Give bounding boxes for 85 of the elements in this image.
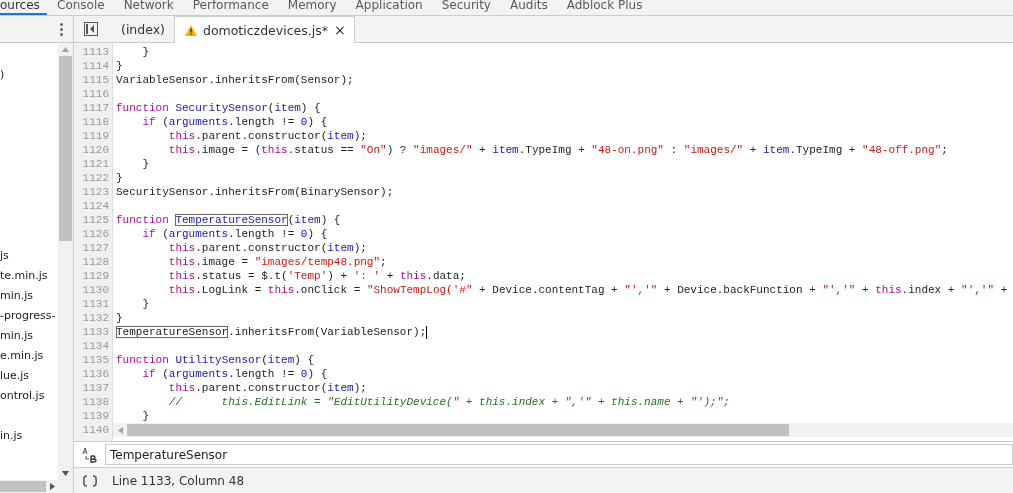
line-number: 1123 [81, 185, 110, 199]
line-number: 1130 [81, 283, 110, 297]
code-line: } [141, 45, 150, 59]
line-number: 1119 [81, 129, 110, 143]
code-line: VariableSensor.inheritsFrom(Sensor); [116, 73, 355, 87]
code-line: } [141, 409, 150, 423]
code-line: } [141, 157, 150, 171]
code-line: function TemperatureSensor(item) { [116, 213, 342, 227]
line-number: 1131 [81, 297, 110, 311]
replace-icon[interactable] [82, 446, 98, 463]
line-number: 1140 [81, 423, 110, 437]
line-number: 1137 [81, 381, 110, 395]
line-number: 1124 [81, 199, 110, 213]
file-tree-item[interactable]: in.js [0, 426, 58, 446]
line-number: 1128 [81, 255, 110, 269]
code-line: this.image = "images/temp48.png"; [167, 255, 388, 269]
line-number: 1116 [81, 87, 110, 101]
code-line: if (arguments.length != 0) { [141, 115, 329, 129]
panel-tab[interactable]: Security [431, 0, 500, 15]
line-number: 1134 [81, 339, 110, 353]
code-line: function SecuritySensor(item) { [116, 101, 322, 115]
line-number: 1117 [81, 101, 110, 115]
file-tree-item[interactable]: ontrol.js [0, 386, 58, 406]
file-tree-item[interactable]: e.min.js [0, 346, 58, 366]
line-number: 1113 [81, 45, 110, 59]
panel-tab[interactable]: Application [345, 0, 432, 15]
code-line: } [116, 171, 124, 185]
panel-tab[interactable]: Memory [277, 0, 346, 15]
code-line: this.image = (this.status == "On") ? "images/" + item.TypeImg + "48-on.png" : "images/" + item.TypeImg + "48-off.png"; [167, 143, 949, 157]
line-number: 1121 [81, 157, 110, 171]
file-tree-item[interactable]: js [0, 246, 58, 266]
line-number: 1135 [81, 353, 110, 367]
line-number: 1118 [81, 115, 110, 129]
file-tree-item[interactable]: ) [0, 65, 58, 85]
line-number: 1138 [81, 395, 110, 409]
horizontal-scrollbar[interactable] [113, 423, 1013, 437]
panel-tab[interactable]: Console [47, 0, 114, 15]
editor-tab[interactable]: domoticzdevices.js* × [173, 16, 355, 43]
editor-tab[interactable]: (index) [110, 16, 174, 42]
line-number: 1127 [81, 241, 110, 255]
line-number: 1114 [81, 59, 110, 73]
panel-tab[interactable]: Audits [499, 0, 557, 15]
code-line: if (arguments.length != 0) { [141, 227, 329, 241]
code-line: SecuritySensor.inheritsFrom(BinarySensor); [116, 185, 395, 199]
line-number: 1115 [81, 73, 110, 87]
file-tree-item[interactable]: min.js [0, 326, 58, 346]
pretty-print-icon[interactable] [82, 474, 98, 487]
scroll-down-icon[interactable] [62, 471, 69, 476]
vertical-scrollbar[interactable] [58, 43, 73, 480]
file-tree-item[interactable]: min.js [0, 286, 58, 306]
line-number: 1132 [81, 311, 110, 325]
panel-tab[interactable]: Performance [182, 0, 278, 15]
file-tree-item[interactable]: te.min.js [0, 266, 58, 286]
search-field[interactable]: TemperatureSensor [105, 444, 1013, 465]
line-number: 1126 [81, 227, 110, 241]
line-number: 1120 [81, 143, 110, 157]
line-number: 1133 [81, 325, 110, 339]
cursor-position: Line 1133, Column 48 [112, 473, 245, 488]
file-tree-item[interactable]: -progress- [0, 306, 58, 326]
line-number: 1125 [81, 213, 110, 227]
code-line: } [116, 59, 124, 73]
code-line: this.status = $.t('Temp') + ': ' + this.data; [167, 269, 467, 283]
panel-tab[interactable]: Network [113, 0, 183, 15]
code-line: this.LogLink = this.onClick = "ShowTempLog('#" + Device.contentTag + "','" + Device.backFunction + "','" + this.index + "','" + [167, 283, 1009, 297]
panel-tab[interactable]: Adblock Plus [556, 0, 652, 15]
code-line: } [141, 297, 150, 311]
file-tree-item[interactable]: lue.js [0, 366, 58, 386]
code-line: this.parent.constructor(item); [167, 129, 368, 143]
code-line: } [116, 311, 124, 325]
warning-icon [184, 24, 197, 36]
line-number: 1122 [81, 171, 110, 185]
line-number: 1136 [81, 367, 110, 381]
line-number: 1129 [81, 269, 110, 283]
code-line: this.parent.constructor(item); [167, 241, 368, 255]
code-line: function UtilitySensor(item) { [116, 353, 316, 367]
more-menu-icon[interactable] [60, 22, 63, 36]
toggle-sidebar-icon[interactable] [84, 22, 98, 36]
code-line: if (arguments.length != 0) { [141, 367, 329, 381]
code-line: this.parent.constructor(item); [167, 381, 368, 395]
line-number: 1139 [81, 409, 110, 423]
scroll-right-icon[interactable] [50, 483, 55, 490]
code-line: TemperatureSensor.inheritsFrom(VariableSensor); [116, 325, 429, 339]
horizontal-scrollbar[interactable] [0, 480, 73, 493]
close-tab-button[interactable]: × [333, 22, 346, 38]
code-line: // this.EditLink = "EditUtilityDevice(" + this.index + ",'" + this.name + "');"; [167, 395, 731, 409]
